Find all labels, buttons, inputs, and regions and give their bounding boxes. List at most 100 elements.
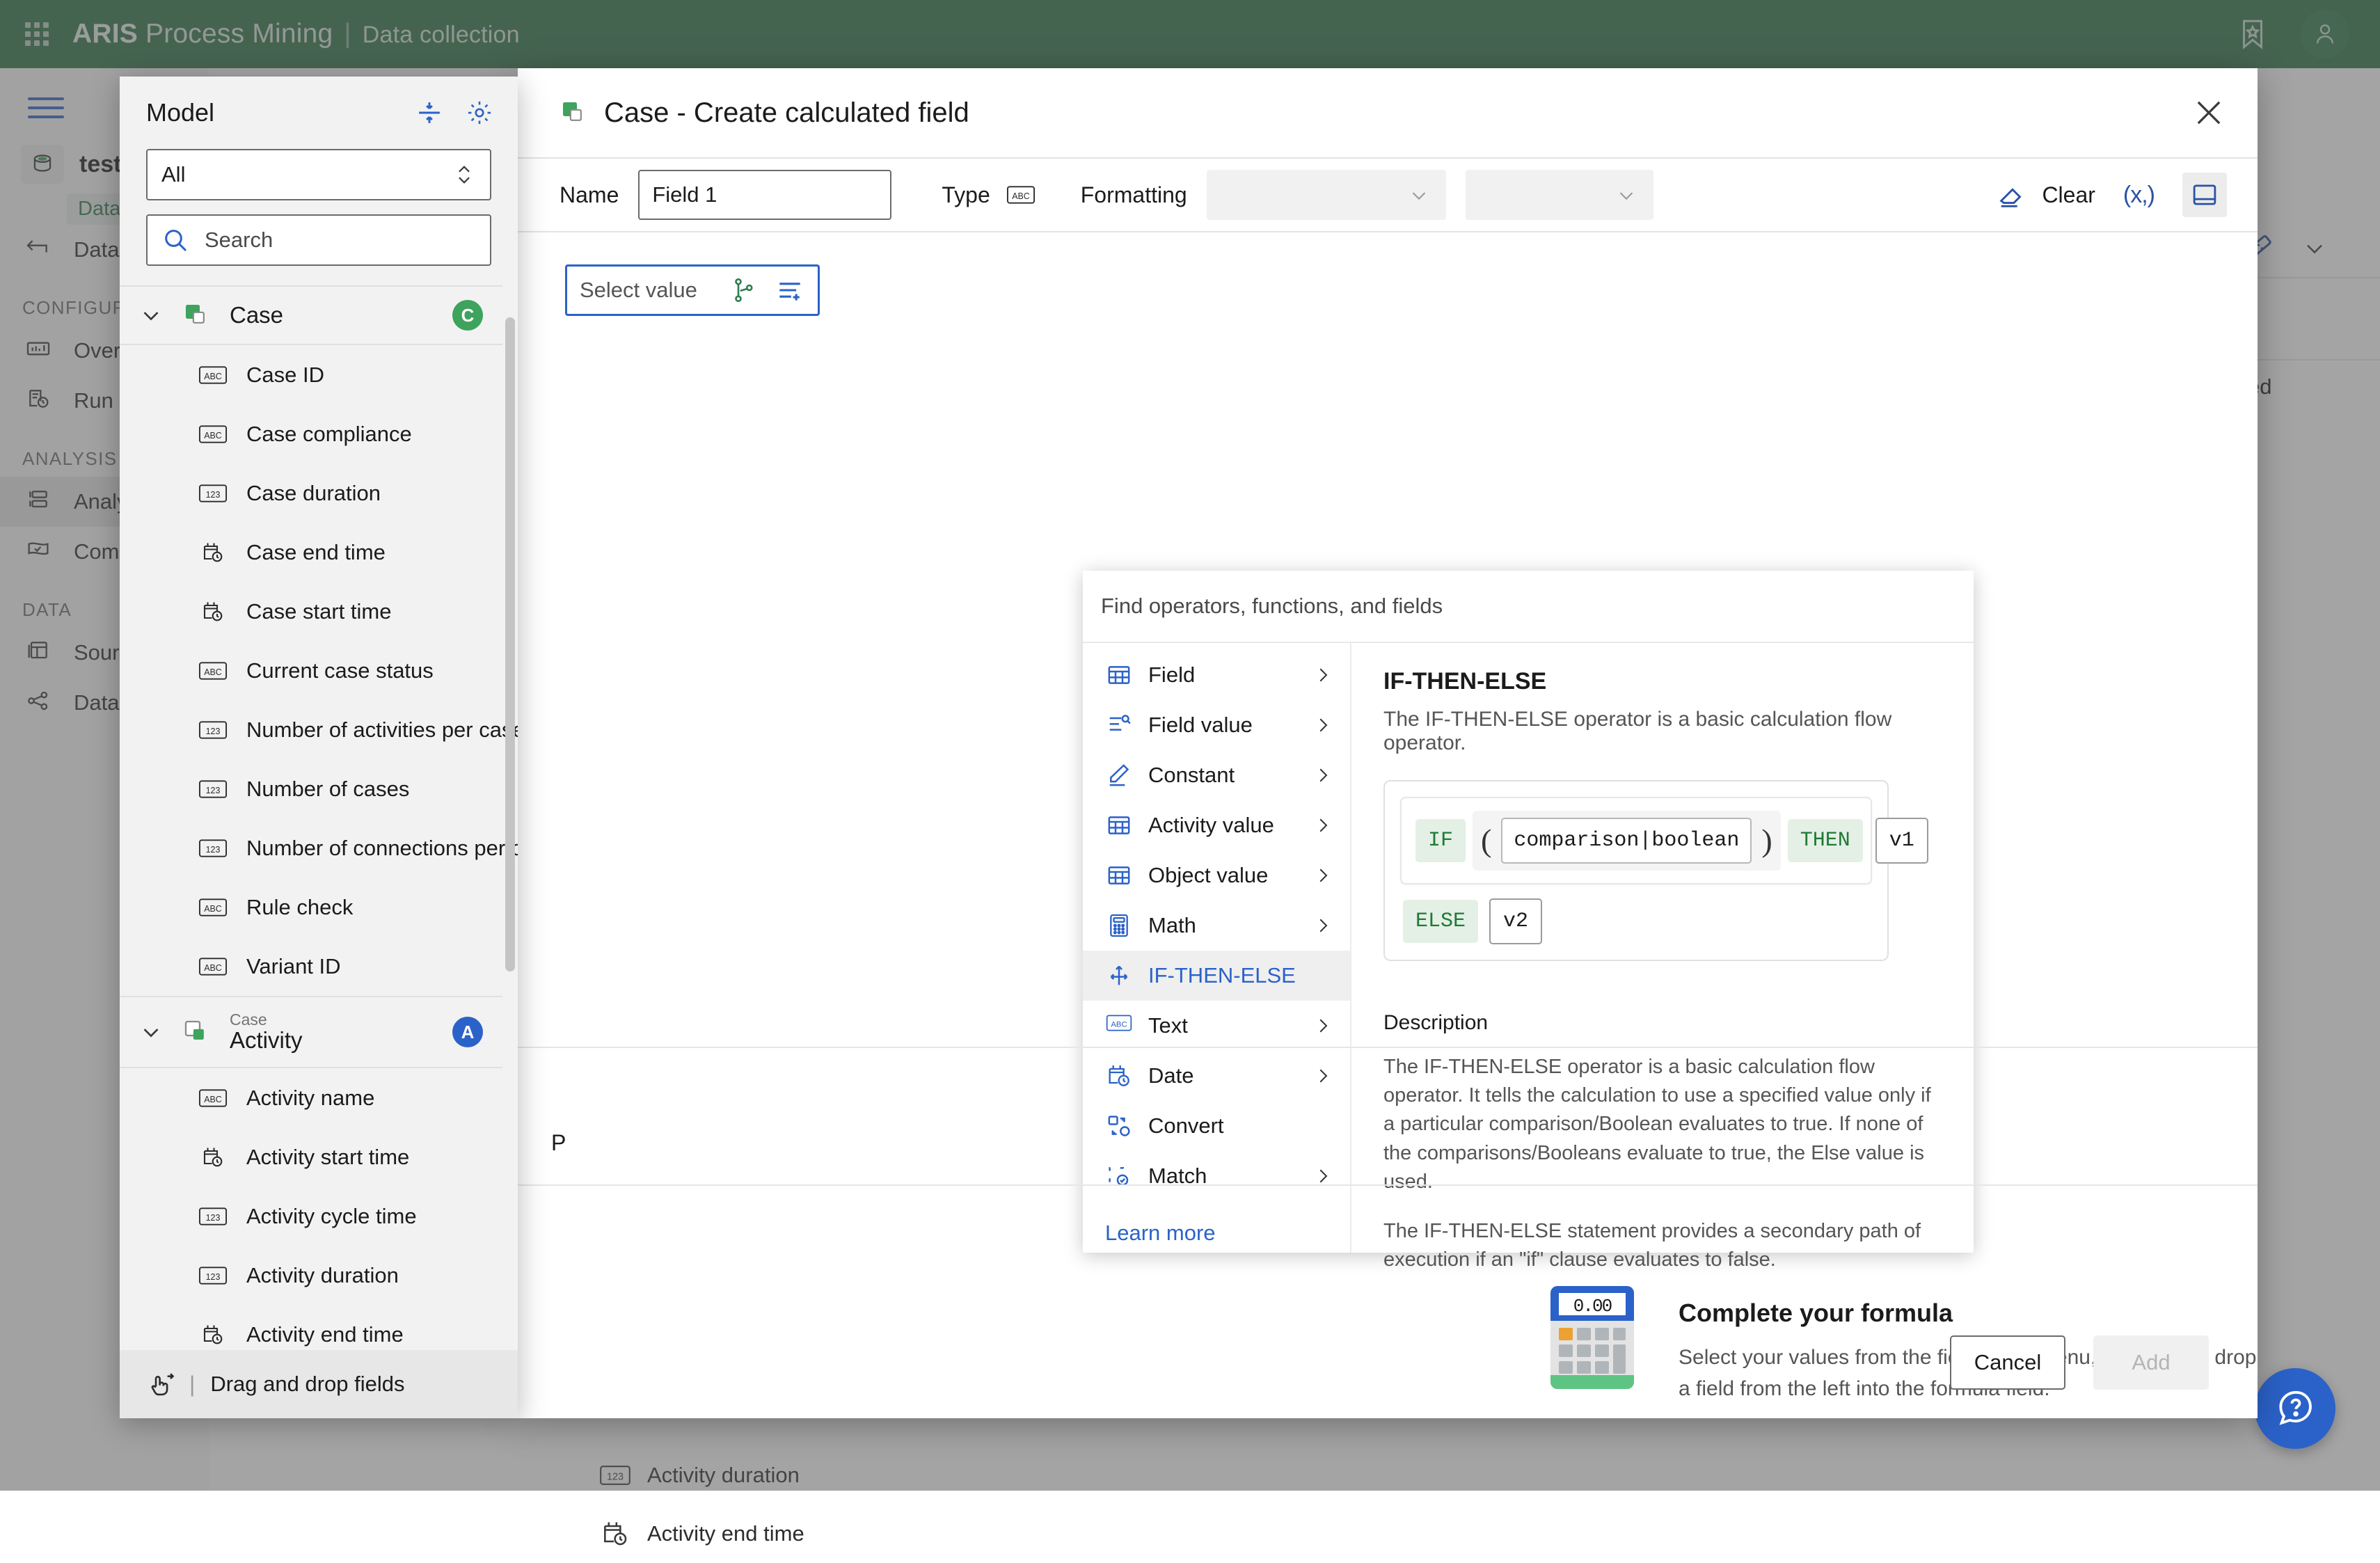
operator-search-input[interactable] — [1101, 594, 1930, 619]
model-filter-select[interactable]: All — [146, 149, 491, 200]
list-item-label: Activity end time — [647, 1521, 804, 1546]
operator-item-field-value[interactable]: Field value — [1083, 700, 1350, 750]
chevron-right-icon — [1312, 665, 1333, 685]
description-paragraph-1: The IF-THEN-ELSE operator is a basic cal… — [1383, 1053, 1935, 1196]
model-filter-value: All — [161, 162, 185, 187]
branch-hierarchy-icon[interactable] — [729, 276, 758, 305]
operator-item-constant[interactable]: Constant — [1083, 750, 1350, 800]
svg-text:ABC: ABC — [1012, 191, 1030, 201]
tree-field-activity-cycle-time[interactable]: 123 Activity cycle time — [120, 1187, 502, 1246]
operator-dropdown-body: Field Field value Consta — [1083, 643, 1974, 1253]
tree-field-number-of-connections-per-case[interactable]: 123 Number of connections per c... — [120, 818, 502, 878]
tree-field-case-id[interactable]: ABC Case ID — [120, 345, 502, 404]
clear-button[interactable]: Clear — [1996, 179, 2095, 211]
svg-text:ABC: ABC — [204, 903, 222, 913]
tree-group-labels: Case Activity — [230, 1011, 303, 1053]
operator-label: Math — [1148, 913, 1196, 938]
operator-item-activity-value[interactable]: Activity value — [1083, 800, 1350, 850]
list-item[interactable]: Activity end time — [598, 1505, 804, 1563]
tree-group-case[interactable]: Case C — [120, 285, 502, 345]
tree-group-overline: Case — [230, 1011, 303, 1028]
model-tree: Case C ABC Case ID ABC Case compliance 1… — [120, 285, 518, 1350]
model-footer-label: Drag and drop fields — [210, 1372, 404, 1397]
tree-field-activity-end-time[interactable]: Activity end time — [120, 1305, 502, 1350]
operator-item-match[interactable]: Match — [1083, 1151, 1350, 1201]
formula-select-value-field[interactable]: Select value — [565, 264, 820, 316]
svg-text:123: 123 — [206, 726, 221, 736]
svg-text:ABC: ABC — [204, 1094, 222, 1104]
operator-label: Field value — [1148, 713, 1253, 738]
operator-item-date[interactable]: Date — [1083, 1051, 1350, 1101]
tree-group-activity[interactable]: Case Activity A — [120, 996, 502, 1068]
model-scrollbar-thumb[interactable] — [505, 317, 515, 971]
tree-group-name: Activity — [230, 1028, 303, 1053]
model-search-input[interactable] — [205, 228, 476, 253]
panel-toggle-button[interactable] — [2182, 173, 2227, 217]
footer-separator: | — [189, 1372, 195, 1397]
tree-field-activity-duration[interactable]: 123 Activity duration — [120, 1246, 502, 1305]
tree-field-current-case-status[interactable]: ABC Current case status — [120, 641, 502, 700]
calendar-clock-icon — [198, 1145, 228, 1170]
tree-field-activity-start-time[interactable]: Activity start time — [120, 1127, 502, 1187]
tree-field-variant-id[interactable]: ABC Variant ID — [120, 937, 502, 996]
operator-description: Description The IF-THEN-ELSE operator is… — [1351, 987, 1974, 1274]
token-else: ELSE — [1403, 900, 1478, 943]
collapse-all-icon[interactable] — [415, 98, 444, 127]
tree-field-label: Activity end time — [246, 1322, 404, 1347]
123-number-type-icon: 123 — [198, 1263, 228, 1288]
token-open-paren: ( — [1481, 826, 1491, 855]
add-button[interactable]: Add — [2093, 1335, 2209, 1390]
operator-item-convert[interactable]: Convert — [1083, 1101, 1350, 1151]
chevron-down-icon — [138, 302, 164, 328]
tree-field-label: Current case status — [246, 658, 434, 683]
operator-syntax-row-if: IF ( comparison|boolean ) THEN v1 — [1400, 797, 1872, 884]
formatting-select-2[interactable] — [1466, 170, 1653, 220]
help-question-icon — [2274, 1387, 2317, 1430]
tree-field-activity-name[interactable]: ABC Activity name — [120, 1068, 502, 1127]
tree-field-case-duration[interactable]: 123 Case duration — [120, 463, 502, 523]
search-icon — [161, 226, 189, 254]
tree-field-number-of-activities-per-case[interactable]: 123 Number of activities per case — [120, 700, 502, 759]
operator-category-list: Field Field value Consta — [1083, 643, 1351, 1253]
table-grid-icon — [1105, 811, 1133, 839]
close-icon[interactable] — [2191, 95, 2227, 131]
paren-group: ( comparison|boolean ) — [1473, 811, 1781, 871]
calendar-clock-icon — [198, 540, 228, 565]
tree-field-number-of-cases[interactable]: 123 Number of cases — [120, 759, 502, 818]
help-button[interactable] — [2255, 1368, 2335, 1449]
operator-label: Text — [1148, 1013, 1188, 1038]
cancel-button[interactable]: Cancel — [1950, 1335, 2065, 1390]
operator-item-if-then-else[interactable]: IF-THEN-ELSE — [1083, 951, 1350, 1001]
tree-field-case-end-time[interactable]: Case end time — [120, 523, 502, 582]
function-fx-button[interactable]: (x,) — [2119, 177, 2159, 213]
list-add-icon[interactable] — [775, 275, 805, 306]
list-search-icon — [1105, 711, 1133, 739]
chevron-right-icon — [1312, 765, 1333, 786]
match-check-icon — [1105, 1162, 1133, 1190]
formatting-select-1[interactable] — [1207, 170, 1446, 220]
tree-field-label: Variant ID — [246, 954, 341, 979]
tree-field-case-start-time[interactable]: Case start time — [120, 582, 502, 641]
tree-group-badge: A — [452, 1017, 483, 1047]
operator-label: Object value — [1148, 863, 1268, 888]
tree-field-rule-check[interactable]: ABC Rule check — [120, 878, 502, 937]
abc-text-type-icon: ABC — [198, 1086, 228, 1111]
name-label: Name — [560, 182, 619, 208]
field-name-input[interactable] — [638, 170, 891, 220]
operator-detail-subtitle: The IF-THEN-ELSE operator is a basic cal… — [1383, 708, 1943, 755]
tree-group-badge: C — [452, 300, 483, 331]
operator-item-math[interactable]: Math — [1083, 900, 1350, 951]
learn-more-link[interactable]: Learn more — [1083, 1201, 1350, 1246]
operator-item-object-value[interactable]: Object value — [1083, 850, 1350, 900]
operator-item-text[interactable]: ABC Text — [1083, 1001, 1350, 1051]
convert-shapes-icon — [1105, 1112, 1133, 1140]
model-panel: Model All — [120, 77, 518, 1418]
dialog-header: Case - Create calculated field — [518, 68, 2258, 157]
tree-field-case-compliance[interactable]: ABC Case compliance — [120, 404, 502, 463]
operator-syntax-card: IF ( comparison|boolean ) THEN v1 — [1383, 780, 1889, 961]
operator-item-field[interactable]: Field — [1083, 650, 1350, 700]
model-search-box[interactable] — [146, 214, 491, 266]
case-object-icon — [182, 301, 210, 329]
model-panel-title: Model — [146, 98, 214, 127]
gear-icon[interactable] — [465, 98, 494, 127]
